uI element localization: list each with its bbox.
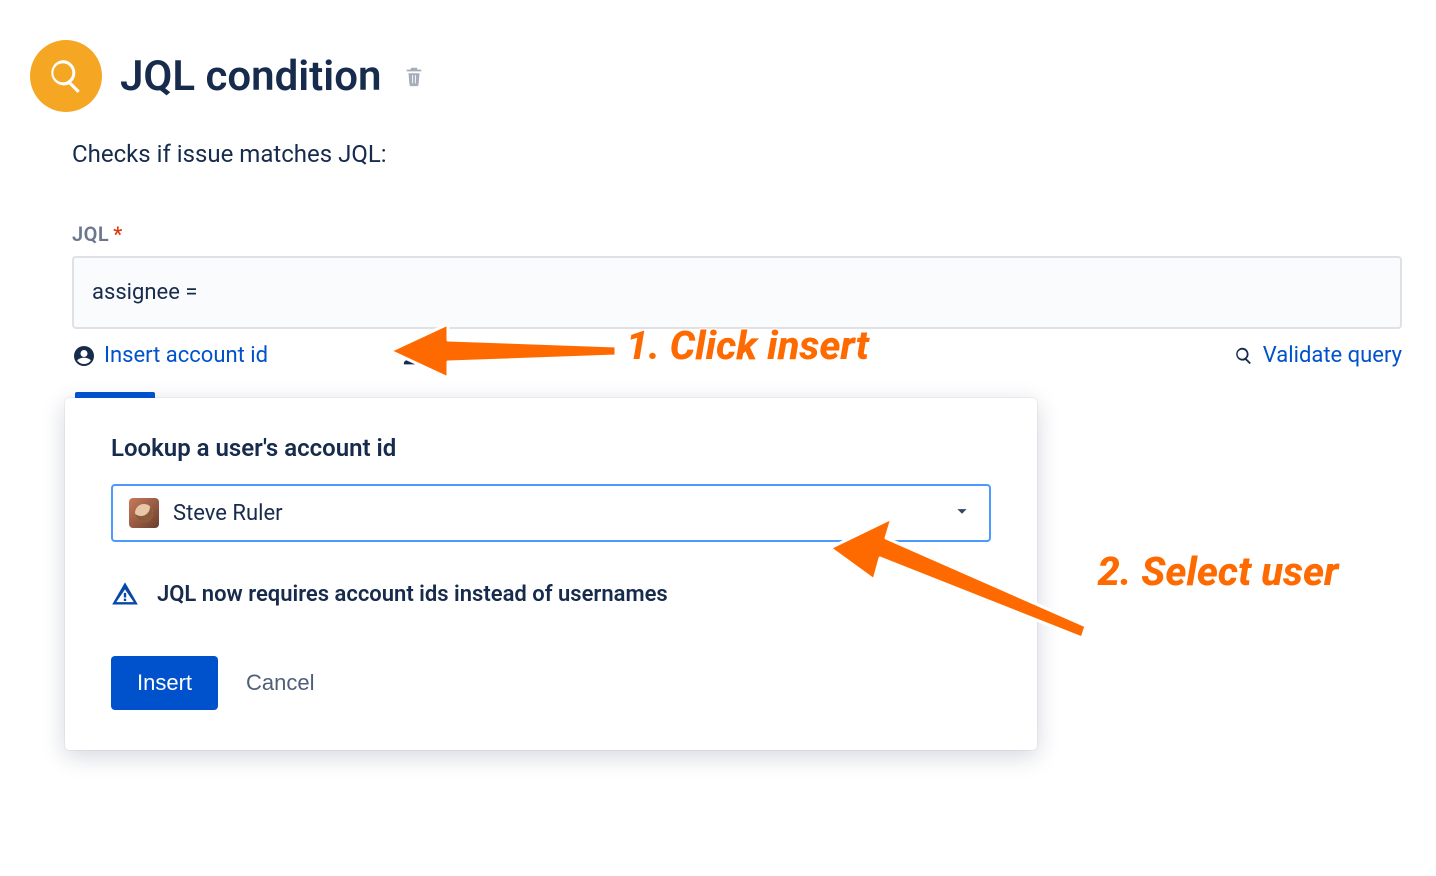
jql-input[interactable]: assignee = (72, 256, 1402, 329)
inactive-users-link[interactable] (402, 345, 428, 367)
validate-query-label: Validate query (1263, 343, 1402, 368)
jql-field-label: JQL* (72, 222, 1402, 246)
search-small-icon (1233, 345, 1255, 367)
cancel-button[interactable]: Cancel (246, 670, 314, 696)
info-text: JQL now requires account ids instead of … (157, 582, 668, 607)
selected-user-name: Steve Ruler (173, 501, 283, 526)
people-icon (402, 345, 428, 367)
person-circle-icon (72, 344, 96, 368)
insert-account-id-label: Insert account id (104, 343, 268, 368)
insert-account-id-link[interactable]: Insert account id (72, 343, 268, 368)
warning-triangle-icon (111, 580, 139, 608)
lookup-user-popup: Lookup a user's account id Steve Ruler J… (65, 398, 1037, 750)
search-icon (30, 40, 102, 112)
popup-title: Lookup a user's account id (111, 434, 991, 462)
subtitle-text: Checks if issue matches JQL: (72, 140, 1406, 168)
avatar (129, 498, 159, 528)
validate-query-link[interactable]: Validate query (1233, 343, 1402, 368)
required-marker: * (113, 222, 122, 246)
page-title: JQL condition (120, 52, 381, 101)
chevron-down-icon (951, 500, 973, 526)
jql-label-text: JQL (72, 222, 109, 246)
jql-input-value: assignee = (92, 280, 197, 305)
trash-icon[interactable] (403, 63, 425, 89)
user-select-dropdown[interactable]: Steve Ruler (111, 484, 991, 542)
annotation-step2: 2. Select user (1088, 548, 1348, 595)
insert-button[interactable]: Insert (111, 656, 218, 710)
